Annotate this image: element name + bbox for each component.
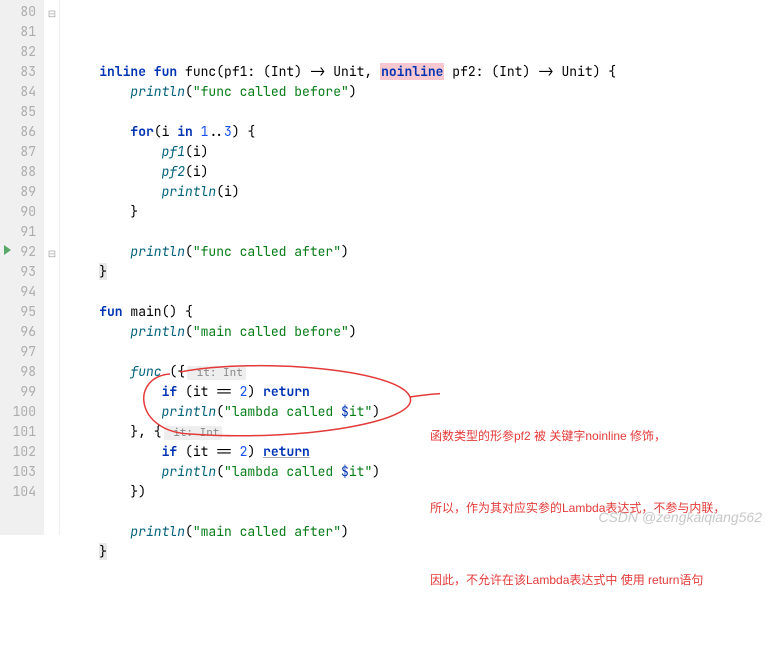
line-number: 82 (6, 42, 36, 62)
fold-column: ⊟⊟ (44, 0, 60, 535)
line-number: 87 (6, 142, 36, 162)
code-line[interactable]: println(i) (68, 182, 778, 202)
code-line[interactable]: fun main() { (68, 302, 778, 322)
code-line[interactable]: pf1(i) (68, 142, 778, 162)
line-number-gutter: 8081828384858687888990919293949596979899… (0, 0, 44, 535)
line-number: 99 (6, 382, 36, 402)
code-line[interactable] (68, 342, 778, 362)
line-number: 104 (6, 482, 36, 502)
line-number: 84 (6, 82, 36, 102)
code-line[interactable] (68, 282, 778, 302)
code-editor[interactable]: 8081828384858687888990919293949596979899… (0, 0, 778, 535)
line-number: 96 (6, 322, 36, 342)
line-number: 103 (6, 462, 36, 482)
line-number: 90 (6, 202, 36, 222)
watermark: CSDN @zengkaiqiang562 (598, 509, 762, 525)
code-line[interactable]: println("func called before") (68, 82, 778, 102)
line-number: 94 (6, 282, 36, 302)
line-number: 91 (6, 222, 36, 242)
run-icon[interactable] (4, 245, 11, 255)
line-number: 89 (6, 182, 36, 202)
line-number: 80 (6, 2, 36, 22)
code-line[interactable]: println("func called after") (68, 242, 778, 262)
line-number: 83 (6, 62, 36, 82)
code-area[interactable]: inline fun func(pf1: (Int) -> Unit, noin… (60, 0, 778, 535)
annotation-line-1: 函数类型的形参pf2 被 关键字noinline 修饰， (430, 424, 725, 448)
line-number: 81 (6, 22, 36, 42)
line-number: 88 (6, 162, 36, 182)
line-number: 92 (6, 242, 36, 262)
code-line[interactable]: inline fun func(pf1: (Int) -> Unit, noin… (68, 62, 778, 82)
fold-toggle-icon[interactable]: ⊟ (47, 247, 57, 257)
code-line[interactable]: for(i in 1..3) { (68, 122, 778, 142)
line-number: 86 (6, 122, 36, 142)
annotation-text: 函数类型的形参pf2 被 关键字noinline 修饰， 所以，作为其对应实参的… (430, 376, 725, 640)
line-number: 93 (6, 262, 36, 282)
code-line[interactable] (68, 222, 778, 242)
line-number: 102 (6, 442, 36, 462)
code-line[interactable]: println("main called before") (68, 322, 778, 342)
code-line[interactable]: } (68, 202, 778, 222)
fold-toggle-icon[interactable]: ⊟ (47, 7, 57, 17)
line-number: 97 (6, 342, 36, 362)
annotation-line-3: 因此，不允许在该Lambda表达式中 使用 return语句 (430, 568, 725, 592)
line-number: 98 (6, 362, 36, 382)
line-number: 95 (6, 302, 36, 322)
line-number: 101 (6, 422, 36, 442)
line-number: 100 (6, 402, 36, 422)
code-line[interactable]: pf2(i) (68, 162, 778, 182)
code-line[interactable]: } (68, 262, 778, 282)
line-number: 85 (6, 102, 36, 122)
code-line[interactable] (68, 102, 778, 122)
